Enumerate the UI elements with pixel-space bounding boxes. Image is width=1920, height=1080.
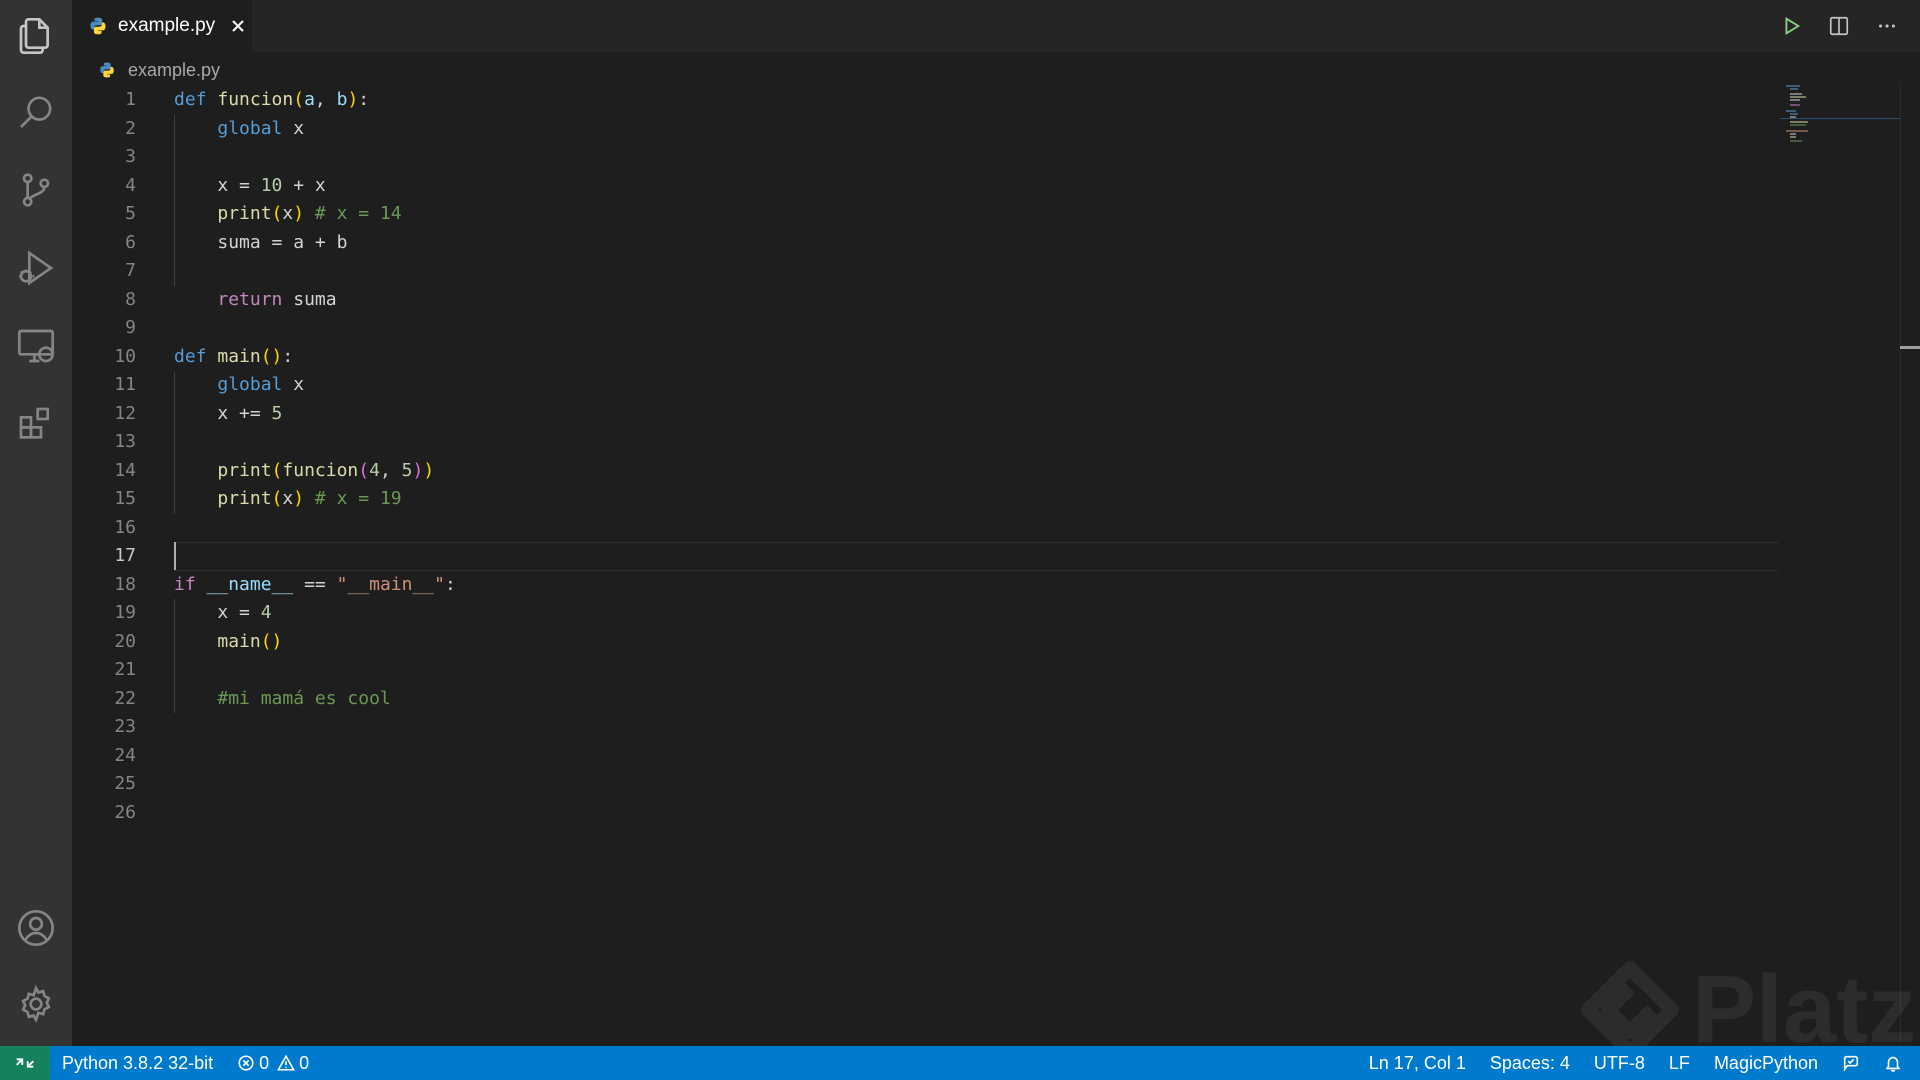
text-cursor xyxy=(174,542,176,570)
remote-indicator-icon[interactable] xyxy=(0,1046,50,1080)
status-bar: Python 3.8.2 32-bit 0 0 Ln 17, Col 1 Spa… xyxy=(0,1046,1920,1080)
error-count: 0 xyxy=(259,1052,270,1073)
line-number: 8 xyxy=(125,288,136,310)
code-line-8: return suma xyxy=(217,288,337,310)
search-icon[interactable] xyxy=(12,88,60,136)
close-icon[interactable] xyxy=(227,15,249,37)
extensions-icon[interactable] xyxy=(12,400,60,448)
line-number: 12 xyxy=(114,402,136,424)
tab-example-py[interactable]: example.py xyxy=(72,0,252,52)
code-line-20: main() xyxy=(217,630,283,652)
line-number: 24 xyxy=(114,744,136,766)
line-number: 23 xyxy=(114,716,136,737)
cursor-overview-mark xyxy=(1900,346,1920,349)
line-number: 7 xyxy=(125,260,136,281)
line-number: 17 xyxy=(114,545,136,566)
line-number: 18 xyxy=(114,573,136,595)
activity-bar xyxy=(0,0,72,1046)
warning-icon xyxy=(277,1054,296,1071)
platzi-logo-icon xyxy=(1581,961,1679,1059)
line-number: 11 xyxy=(114,374,136,395)
feedback-icon[interactable] xyxy=(1842,1054,1860,1072)
line-number: 16 xyxy=(114,516,136,538)
code-line-1: def funcion(a, b): xyxy=(174,89,370,110)
encoding[interactable]: UTF-8 xyxy=(1594,1053,1645,1074)
code-line-14: print(funcion(4, 5)) xyxy=(217,459,435,481)
source-control-icon[interactable] xyxy=(12,166,60,214)
line-number: 21 xyxy=(114,659,136,680)
line-number: 20 xyxy=(114,630,136,652)
code-line-11: global x xyxy=(217,374,305,395)
tab-bar: example.py xyxy=(72,0,1920,52)
code-line-4: x = 10 + x xyxy=(217,174,326,196)
explorer-icon[interactable] xyxy=(12,12,60,60)
line-number: 13 xyxy=(114,431,136,452)
split-editor-icon[interactable] xyxy=(1826,13,1852,39)
line-number: 9 xyxy=(125,317,136,338)
line-number: 19 xyxy=(114,602,136,623)
line-number: 2 xyxy=(125,117,136,139)
language-mode[interactable]: MagicPython xyxy=(1714,1053,1818,1074)
line-number-gutter: 1 2 3 4 5 6 7 8 9 10 11 12 13 14 15 16 17 18 19 20 21 22 23 24 2… xyxy=(72,86,136,827)
code-line-22: #mi mamá es cool xyxy=(217,687,391,709)
python-interpreter[interactable]: Python 3.8.2 32-bit xyxy=(62,1053,213,1074)
tab-label: example.py xyxy=(118,15,216,36)
line-number: 10 xyxy=(114,345,136,367)
settings-gear-icon[interactable] xyxy=(12,980,60,1028)
line-number: 15 xyxy=(114,488,136,509)
line-number: 14 xyxy=(114,459,136,481)
line-number: 1 xyxy=(125,89,136,110)
code-line-15: print(x) # x = 19 xyxy=(217,488,402,509)
line-number: 3 xyxy=(125,146,136,167)
vertical-scrollbar[interactable] xyxy=(1900,82,1920,1046)
line-number: 5 xyxy=(125,203,136,224)
cursor-position[interactable]: Ln 17, Col 1 xyxy=(1369,1053,1466,1074)
line-number: 6 xyxy=(125,231,136,253)
code-line-5: print(x) # x = 14 xyxy=(217,203,402,224)
line-number: 26 xyxy=(114,801,136,823)
indentation[interactable]: Spaces: 4 xyxy=(1490,1053,1570,1074)
accounts-icon[interactable] xyxy=(12,904,60,952)
warning-count: 0 xyxy=(299,1052,310,1073)
remote-explorer-icon[interactable] xyxy=(12,322,60,370)
run-debug-icon[interactable] xyxy=(12,244,60,292)
error-icon xyxy=(238,1055,254,1071)
run-icon[interactable] xyxy=(1778,13,1804,39)
notifications-bell-icon[interactable] xyxy=(1884,1054,1902,1072)
line-number: 22 xyxy=(114,687,136,709)
code-line-2: global x xyxy=(217,117,305,139)
minimap[interactable] xyxy=(1780,82,1900,142)
code-line-18: if __name__ == "__main__": xyxy=(174,573,456,595)
line-number: 4 xyxy=(125,174,136,196)
breadcrumb: example.py xyxy=(98,56,220,84)
python-file-icon xyxy=(100,62,114,78)
more-actions-icon[interactable] xyxy=(1874,13,1900,39)
code-line-6: suma = a + b xyxy=(217,231,348,253)
breadcrumb-file[interactable]: example.py xyxy=(128,60,220,81)
vscode-window: example.py example.py 1234 5 6 7 8 9 10 … xyxy=(0,0,1920,1080)
problems-indicator[interactable]: 0 0 xyxy=(237,1053,309,1074)
code-line-12: x += 5 xyxy=(217,402,283,424)
editor-actions xyxy=(1778,0,1900,52)
code-line-10: def main(): xyxy=(174,345,294,367)
python-file-icon xyxy=(90,17,106,35)
code-line-19: x = 4 xyxy=(217,602,272,623)
end-of-line[interactable]: LF xyxy=(1669,1053,1690,1074)
line-number: 25 xyxy=(114,773,136,794)
code-editor[interactable]: def funcion(a, b): global x x = 10 + x p… xyxy=(174,86,1774,827)
